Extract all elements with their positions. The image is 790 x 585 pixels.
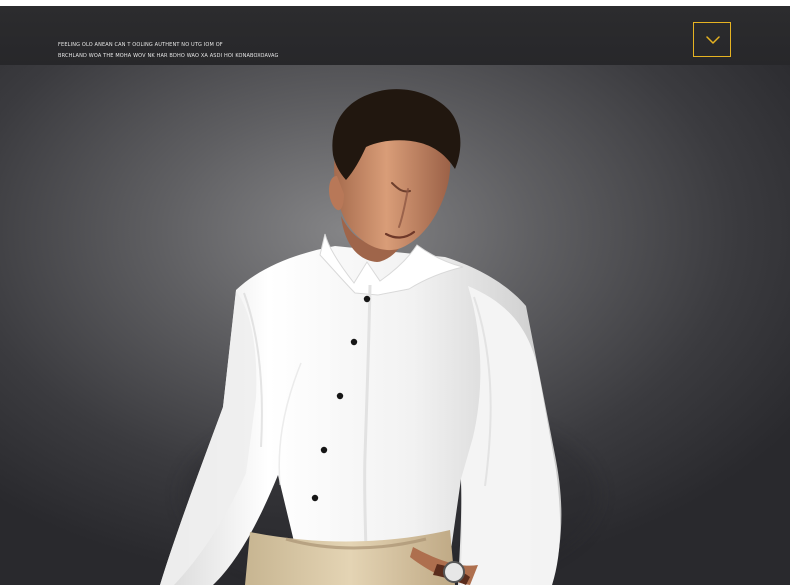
- header-caption-line-2: BRCHLAND WOA THE MOHA WOV NK HAR BDHO WA…: [58, 53, 279, 59]
- chevron-down-icon: [706, 36, 720, 44]
- header-caption-line-1: FEELING OLO ANEAN CAN T OOLING AUTHENT N…: [58, 42, 223, 48]
- product-banner-page: FEELING OLO ANEAN CAN T OOLING AUTHENT N…: [0, 0, 790, 585]
- banner-header: FEELING OLO ANEAN CAN T OOLING AUTHENT N…: [0, 6, 790, 65]
- model-white-shirt-illustration: [0, 65, 790, 585]
- hero-product-image: [0, 65, 790, 585]
- dropdown-toggle-button[interactable]: [693, 22, 731, 57]
- watch-face: [443, 561, 465, 583]
- header-caption: FEELING OLO ANEAN CAN T OOLING AUTHENT N…: [58, 40, 279, 62]
